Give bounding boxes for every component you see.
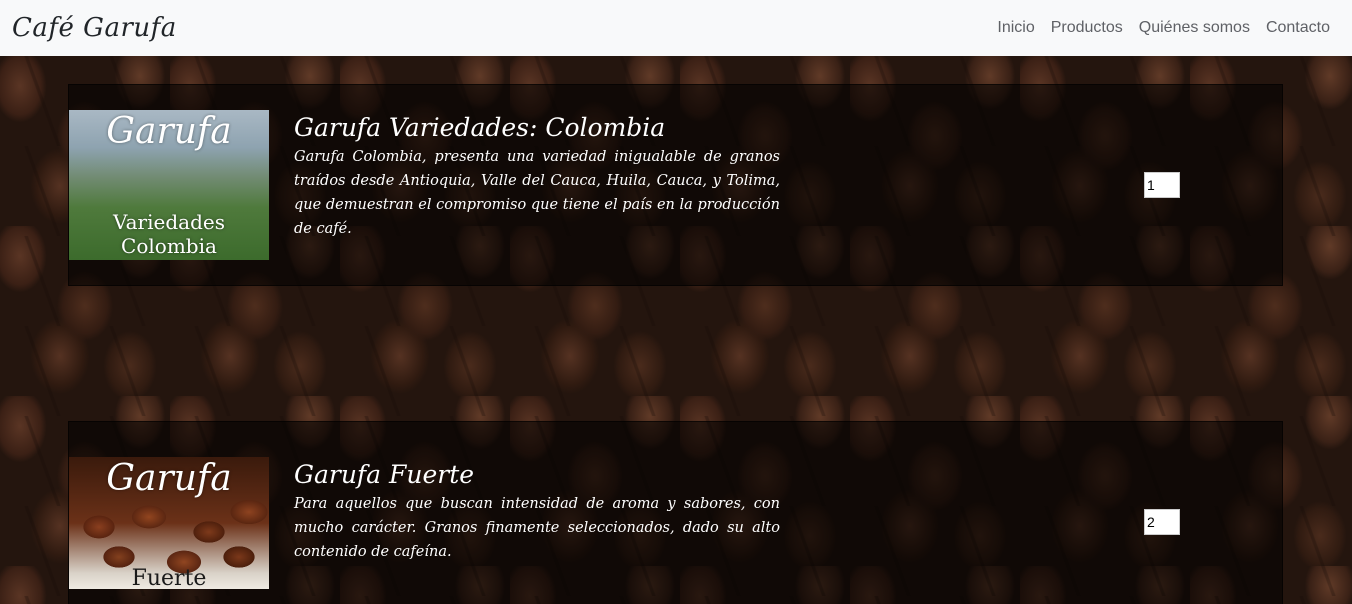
quantity-input[interactable] <box>1144 172 1180 198</box>
navbar: Café Garufa Inicio Productos Quiénes som… <box>0 0 1352 56</box>
product-image: Garufa Variedades Colombia <box>69 110 269 260</box>
product-card: Garufa Fuerte Garufa Fuerte Para aquello… <box>68 421 1283 604</box>
nav-link-contacto[interactable]: Contacto <box>1258 19 1338 37</box>
product-image-caption-line: Variedades <box>113 210 225 234</box>
nav-link-productos[interactable]: Productos <box>1043 19 1131 37</box>
nav-link-quienes-somos[interactable]: Quiénes somos <box>1131 19 1258 37</box>
product-card: Garufa Variedades Colombia Garufa Varied… <box>68 84 1283 286</box>
quantity-input[interactable] <box>1144 509 1180 535</box>
product-image-caption-bottom: Variedades Colombia <box>113 210 225 258</box>
product-content: Garufa Variedades: Colombia Garufa Colom… <box>294 111 780 241</box>
product-image-caption-top: Garufa <box>106 111 232 152</box>
product-image-caption-top: Garufa <box>106 458 232 499</box>
product-description: Para aquellos que buscan intensidad de a… <box>294 496 780 560</box>
brand-logo[interactable]: Café Garufa <box>12 13 177 43</box>
nav-links: Inicio Productos Quiénes somos Contacto <box>989 19 1338 37</box>
product-title: Garufa Fuerte <box>294 460 475 489</box>
product-title: Garufa Variedades: Colombia <box>294 113 666 142</box>
nav-link-inicio[interactable]: Inicio <box>989 19 1042 37</box>
product-content: Garufa Fuerte Para aquellos que buscan i… <box>294 458 780 564</box>
product-image-caption-bottom: Fuerte <box>131 566 207 590</box>
product-description: Garufa Colombia, presenta una variedad i… <box>294 149 780 237</box>
product-image: Garufa Fuerte <box>69 457 269 589</box>
product-image-caption-line: Colombia <box>121 234 217 258</box>
product-image-caption-line: Fuerte <box>131 566 207 590</box>
